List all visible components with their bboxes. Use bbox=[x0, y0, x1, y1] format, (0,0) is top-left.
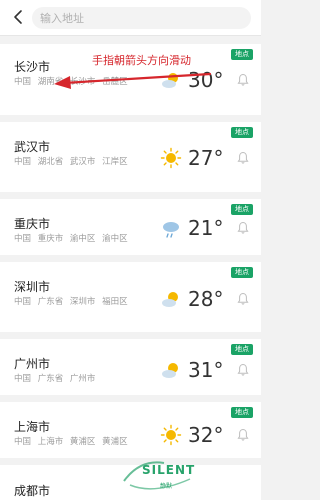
bell-icon[interactable] bbox=[237, 151, 249, 165]
watermark-logo: SILENT 静默 bbox=[120, 455, 200, 495]
city-name: 重庆市 bbox=[14, 217, 51, 231]
temperature: 31° bbox=[188, 358, 224, 382]
bell-icon[interactable] bbox=[237, 73, 249, 87]
temperature: 28° bbox=[188, 287, 224, 311]
city-card-shanghai[interactable]: 上海市 中国 上海市 黄浦区 黄浦区 地点 32° bbox=[0, 402, 261, 458]
city-card-chongqing[interactable]: 重庆市 中国 重庆市 渝中区 渝中区 地点 21° bbox=[0, 199, 261, 255]
city-card-wuhan[interactable]: 武汉市 中国 湖北省 武汉市 江岸区 地点 27° bbox=[0, 122, 261, 192]
city-name: 长沙市 bbox=[14, 60, 51, 74]
city-name: 上海市 bbox=[14, 420, 51, 434]
location-badge: 地点 bbox=[231, 49, 253, 60]
city-name: 深圳市 bbox=[14, 280, 51, 294]
city-name: 成都市 bbox=[14, 484, 51, 498]
swipe-arrow-icon bbox=[54, 72, 212, 89]
rain-cloud-icon bbox=[163, 222, 179, 238]
city-card-guangzhou[interactable]: 广州市 中国 广东省 广州市 地点 31° bbox=[0, 339, 261, 395]
sunny-icon bbox=[160, 424, 182, 446]
temperature: 32° bbox=[188, 423, 224, 447]
partly-cloudy-icon bbox=[162, 363, 178, 378]
city-address-line1: 中国 湖北省 武汉市 江岸区 bbox=[14, 157, 128, 167]
city-name: 广州市 bbox=[14, 357, 51, 371]
city-address: 中国 湖北省 武汉市 江岸区 bbox=[14, 155, 154, 169]
back-arrow-icon[interactable] bbox=[10, 8, 28, 26]
sunny-icon bbox=[160, 147, 182, 169]
watermark-brand: SILENT bbox=[142, 463, 196, 477]
swipe-instruction: 手指朝箭头方向滑动 bbox=[92, 54, 191, 67]
watermark-subtitle: 静默 bbox=[160, 483, 173, 490]
search-box[interactable] bbox=[32, 7, 251, 30]
city-address: 中国 重庆市 渝中区 渝中区 bbox=[14, 234, 128, 244]
bell-icon[interactable] bbox=[237, 428, 249, 442]
location-badge: 地点 bbox=[231, 267, 253, 278]
weather-city-list-page: 长沙市 中国 湖南省 长沙市 岳麓区 地点 30° 武汉市 中国 湖北省 武汉市… bbox=[0, 0, 261, 500]
bell-icon[interactable] bbox=[237, 363, 249, 377]
location-badge: 地点 bbox=[231, 344, 253, 355]
partly-cloudy-icon bbox=[162, 292, 178, 307]
city-name: 武汉市 bbox=[14, 140, 51, 154]
location-badge: 地点 bbox=[231, 407, 253, 418]
location-badge: 地点 bbox=[231, 204, 253, 215]
city-address-line1: 中国 广东省 深圳市 福田区 bbox=[14, 297, 128, 307]
bell-icon[interactable] bbox=[237, 221, 249, 235]
city-address: 中国 广东省 广州市 bbox=[14, 374, 96, 384]
city-address: 中国 广东省 深圳市 福田区 bbox=[14, 295, 154, 309]
search-input[interactable] bbox=[32, 7, 251, 30]
temperature: 21° bbox=[188, 216, 224, 240]
location-badge: 地点 bbox=[231, 127, 253, 138]
bell-icon[interactable] bbox=[237, 292, 249, 306]
top-bar bbox=[0, 0, 261, 36]
city-card-shenzhen[interactable]: 深圳市 中国 广东省 深圳市 福田区 地点 28° bbox=[0, 262, 261, 332]
city-address: 中国 上海市 黄浦区 黄浦区 bbox=[14, 437, 128, 447]
temperature: 27° bbox=[188, 146, 224, 170]
